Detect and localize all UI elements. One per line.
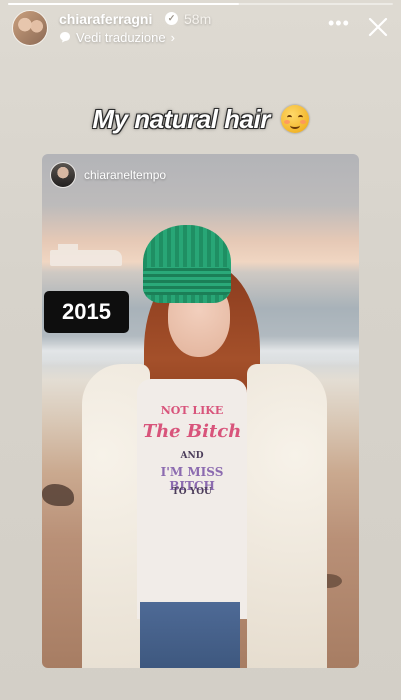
translate-bubble-icon [60,32,70,43]
tshirt: NOT LIKE The Bitch AND I'M MISS BITCH TO… [137,379,247,619]
reshared-post-card[interactable]: chiaraneltempo NOT LIKE The Bitch AND I'… [42,154,359,668]
verified-badge-icon: ✓ [165,12,178,25]
smiling-face-emoji [280,105,309,133]
avatar[interactable] [12,10,48,46]
more-horizontal-icon[interactable]: ••• [328,14,350,32]
ship-in-background [50,244,122,266]
coat-right [247,364,327,668]
story-progress-fill [8,3,239,5]
rock [42,484,74,506]
close-icon[interactable] [367,16,389,38]
beanie-cuff [143,267,231,295]
translate-link[interactable]: Vedi traduzione › [59,28,175,46]
shirt-line-5: TO YOU [172,487,212,497]
story-progress-bar [8,3,393,5]
card-avatar[interactable] [50,162,76,188]
shirt-line-1: NOT LIKE [160,404,224,417]
translate-label: Vedi traduzione [76,29,166,45]
story-header: chiaraferragni ✓ 58m Vedi traduzione › •… [12,10,389,50]
story-caption: My natural hair [0,104,401,135]
card-username[interactable]: chiaraneltempo [84,168,166,182]
chevron-right-icon: › [170,29,175,45]
year-badge: 2015 [44,291,129,333]
jeans [140,602,240,668]
shirt-line-3: AND [180,451,204,461]
username[interactable]: chiaraferragni [59,11,152,27]
shirt-line-2: The Bitch [142,421,242,442]
caption-text: My natural hair [92,104,270,134]
post-time: 58m [184,11,212,27]
